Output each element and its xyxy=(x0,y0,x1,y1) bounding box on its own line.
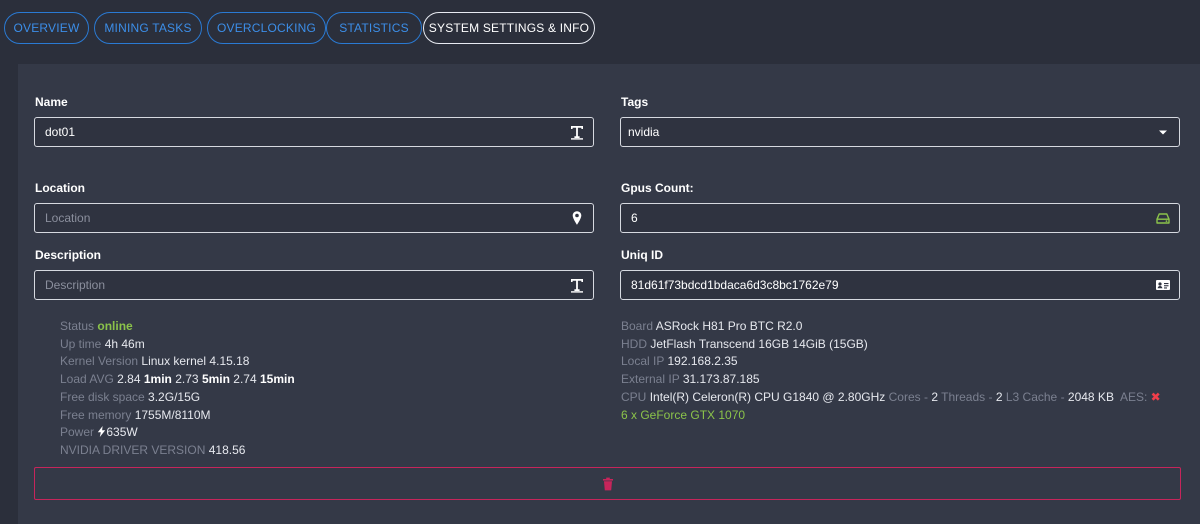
hdd-key: HDD xyxy=(621,336,647,351)
trash-icon xyxy=(601,477,615,491)
text-format-icon xyxy=(569,124,585,140)
board-row: Board ASRock H81 Pro BTC R2.0 xyxy=(621,318,1161,336)
uniq-id-label: Uniq ID xyxy=(621,248,663,262)
status-row: Status online xyxy=(60,318,295,336)
uptime-value: 4h 46m xyxy=(104,336,145,351)
status-key: Status xyxy=(60,319,95,333)
description-input[interactable] xyxy=(45,271,545,299)
gpus-count-field[interactable] xyxy=(620,203,1180,233)
threads-key: Threads - xyxy=(941,389,993,404)
text-format-icon xyxy=(569,277,585,293)
gpu-summary-row: 6 x GeForce GTX 1070 xyxy=(621,407,1161,425)
uniq-id-input[interactable] xyxy=(631,271,1131,299)
hdd-drive-icon xyxy=(1155,210,1171,226)
caret-down-icon[interactable] xyxy=(1155,124,1171,140)
system-info-right: Board ASRock H81 Pro BTC R2.0 HDD JetFla… xyxy=(621,318,1161,424)
threads-value: 2 xyxy=(995,389,1003,404)
board-key: Board xyxy=(621,319,654,333)
power-value: 635W xyxy=(106,425,138,440)
tab-mining-tasks[interactable]: MINING TASKS xyxy=(94,12,202,44)
load-avg-key: Load AVG xyxy=(60,372,114,387)
kernel-key: Kernel Version xyxy=(60,354,139,369)
kernel-value: Linux kernel 4.15.18 xyxy=(141,354,250,369)
load-avg-15-unit: 15min xyxy=(260,372,295,387)
board-value: ASRock H81 Pro BTC R2.0 xyxy=(655,319,803,333)
external-ip-row: External IP 31.173.87.185 xyxy=(621,371,1161,389)
disk-value: 3.2G/15G xyxy=(148,389,201,404)
driver-value: 418.56 xyxy=(208,442,246,457)
tab-overview[interactable]: OVERVIEW xyxy=(4,12,89,44)
memory-row: Free memory 1755M/8110M xyxy=(60,407,295,425)
description-label: Description xyxy=(35,248,102,262)
load-avg-1-unit: 1min xyxy=(143,372,172,387)
power-key: Power xyxy=(60,425,95,440)
kernel-row: Kernel Version Linux kernel 4.15.18 xyxy=(60,353,295,371)
settings-panel: Name Tags nvidia Location Gpus Count: De… xyxy=(18,64,1200,524)
tags-label: Tags xyxy=(621,95,649,109)
gpu-summary: 6 x GeForce GTX 1070 xyxy=(621,407,746,422)
description-field[interactable] xyxy=(34,270,594,300)
name-label: Name xyxy=(35,95,68,109)
load-avg-15: 2.74 xyxy=(233,372,257,387)
bolt-icon xyxy=(97,425,106,439)
tab-statistics[interactable]: STATISTICS xyxy=(326,12,422,44)
location-field[interactable] xyxy=(34,203,594,233)
location-input[interactable] xyxy=(45,204,545,232)
status-value: online xyxy=(97,319,133,333)
hdd-value: JetFlash Transcend 16GB 14GiB (15GB) xyxy=(650,336,868,351)
uptime-key: Up time xyxy=(60,336,102,351)
driver-row: NVIDIA DRIVER VERSION 418.56 xyxy=(60,442,295,460)
name-input[interactable] xyxy=(45,118,545,146)
hdd-row: HDD JetFlash Transcend 16GB 14GiB (15GB) xyxy=(621,336,1161,354)
local-ip-row: Local IP 192.168.2.35 xyxy=(621,353,1161,371)
tags-selected-value: nvidia xyxy=(628,125,660,139)
system-info-left: Status online Up time 4h 46m Kernel Vers… xyxy=(60,318,295,460)
uniq-id-field[interactable] xyxy=(620,270,1180,300)
tags-select[interactable]: nvidia xyxy=(620,117,1180,147)
cpu-row: CPU Intel(R) Celeron(R) CPU G1840 @ 2.80… xyxy=(621,389,1161,407)
load-avg-5: 2.73 xyxy=(175,372,199,387)
power-row: Power 635W xyxy=(60,424,295,442)
cpu-key: CPU xyxy=(621,389,647,404)
load-avg-1: 2.84 xyxy=(117,372,141,387)
tab-overclocking[interactable]: OVERCLOCKING xyxy=(207,12,326,44)
delete-rig-button[interactable] xyxy=(34,467,1181,500)
map-marker-icon xyxy=(569,210,585,226)
external-ip-key: External IP xyxy=(621,372,680,387)
id-card-icon xyxy=(1155,277,1171,293)
aes-unsupported-icon: ✖ xyxy=(1150,389,1161,404)
gpus-count-input[interactable] xyxy=(631,204,1131,232)
cores-key: Cores - xyxy=(888,389,928,404)
gpus-count-label: Gpus Count: xyxy=(621,181,694,195)
disk-key: Free disk space xyxy=(60,389,145,404)
l3-cache-key: L3 Cache - xyxy=(1005,389,1065,404)
memory-value: 1755M/8110M xyxy=(134,407,211,422)
external-ip-value: 31.173.87.185 xyxy=(682,372,760,387)
cores-value: 2 xyxy=(931,389,938,404)
memory-key: Free memory xyxy=(60,407,132,422)
driver-key: NVIDIA DRIVER VERSION xyxy=(60,442,206,457)
local-ip-value: 192.168.2.35 xyxy=(667,354,738,369)
cpu-value: Intel(R) Celeron(R) CPU G1840 @ 2.80GHz xyxy=(649,389,886,404)
l3-cache-value: 2048 KB xyxy=(1067,389,1114,404)
load-avg-5-unit: 5min xyxy=(201,372,230,387)
disk-row: Free disk space 3.2G/15G xyxy=(60,389,295,407)
tab-system-settings-info[interactable]: SYSTEM SETTINGS & INFO xyxy=(423,12,595,44)
load-avg-row: Load AVG 2.84 1min 2.73 5min 2.74 15min xyxy=(60,371,295,389)
aes-key: AES: xyxy=(1119,389,1148,404)
name-field[interactable] xyxy=(34,117,594,147)
local-ip-key: Local IP xyxy=(621,354,665,369)
location-label: Location xyxy=(35,181,85,195)
uptime-row: Up time 4h 46m xyxy=(60,336,295,354)
